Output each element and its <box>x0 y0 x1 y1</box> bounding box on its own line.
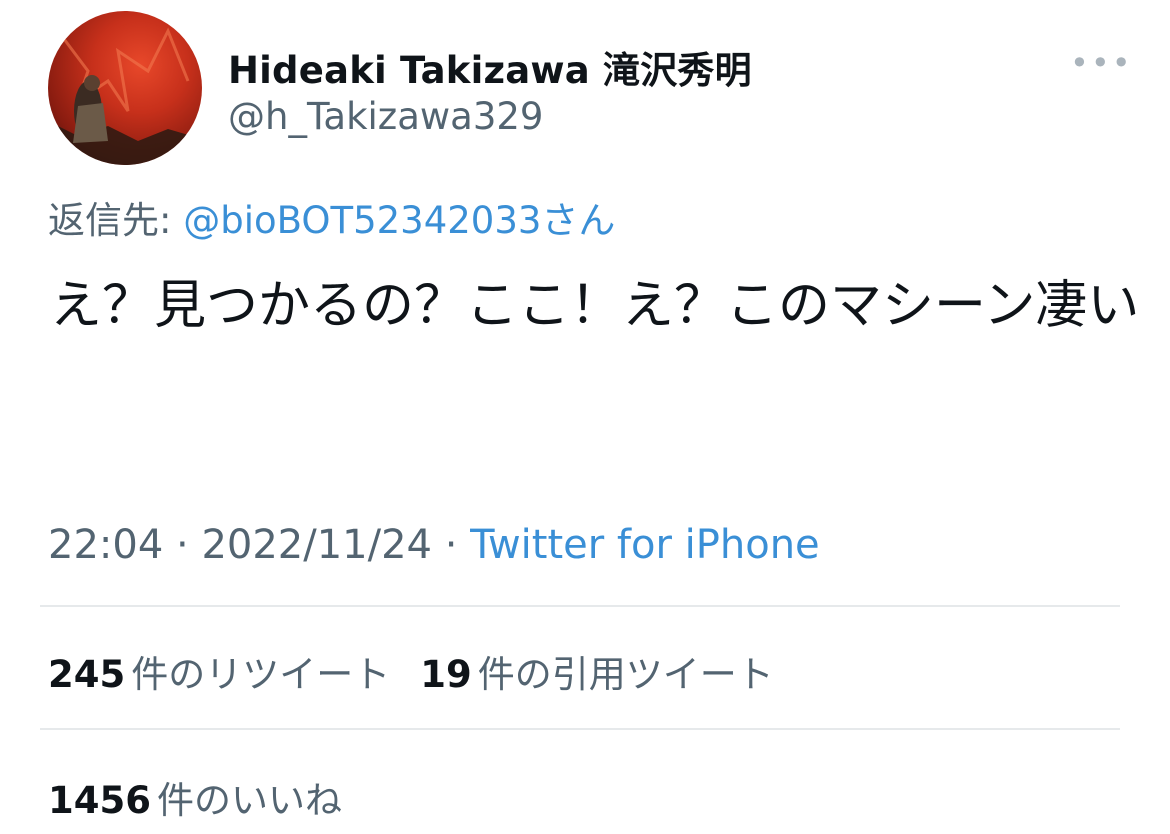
likes-label: 件のいいね <box>156 779 342 822</box>
user-handle[interactable]: @h_Takizawa329 <box>228 95 543 138</box>
engagement-row: 245 件のリツイート 19 件の引用ツイート <box>48 644 804 698</box>
display-name[interactable]: Hideaki Takizawa 滝沢秀明 <box>228 40 752 94</box>
tweet-text: え？見つかるの？ここ！え？このマシーン凄い <box>50 276 1140 336</box>
retweets-stat[interactable]: 245 件のリツイート <box>48 653 390 696</box>
reply-prefix: 返信先: <box>48 199 184 242</box>
divider <box>40 605 1120 607</box>
likes-stat[interactable]: 1456 件のいいね <box>48 779 342 822</box>
more-options-icon[interactable]: ••• <box>1070 44 1133 82</box>
avatar-photo-icon <box>48 27 202 165</box>
quotes-label: 件の引用ツイート <box>477 653 774 696</box>
tweet-time[interactable]: 22:04 <box>48 522 163 568</box>
reply-suffix: さん <box>541 199 616 242</box>
reply-context: 返信先: @bioBOT52342033さん <box>48 190 615 244</box>
meta-separator: · <box>163 522 202 568</box>
retweets-count: 245 <box>48 653 126 696</box>
tweet-meta: 22:04 · 2022/11/24 · Twitter for iPhone <box>48 522 820 568</box>
avatar[interactable] <box>48 11 202 165</box>
likes-row: 1456 件のいいね <box>48 770 372 824</box>
meta-separator: · <box>431 522 471 568</box>
likes-count: 1456 <box>48 779 151 822</box>
quotes-count: 19 <box>420 653 472 696</box>
divider <box>40 728 1120 730</box>
retweets-label: 件のリツイート <box>131 653 391 696</box>
tweet-source-link[interactable]: Twitter for iPhone <box>470 522 820 568</box>
quotes-stat[interactable]: 19 件の引用ツイート <box>420 653 774 696</box>
tweet-date[interactable]: 2022/11/24 <box>201 522 432 568</box>
reply-mention-link[interactable]: @bioBOT52342033 <box>183 199 541 242</box>
